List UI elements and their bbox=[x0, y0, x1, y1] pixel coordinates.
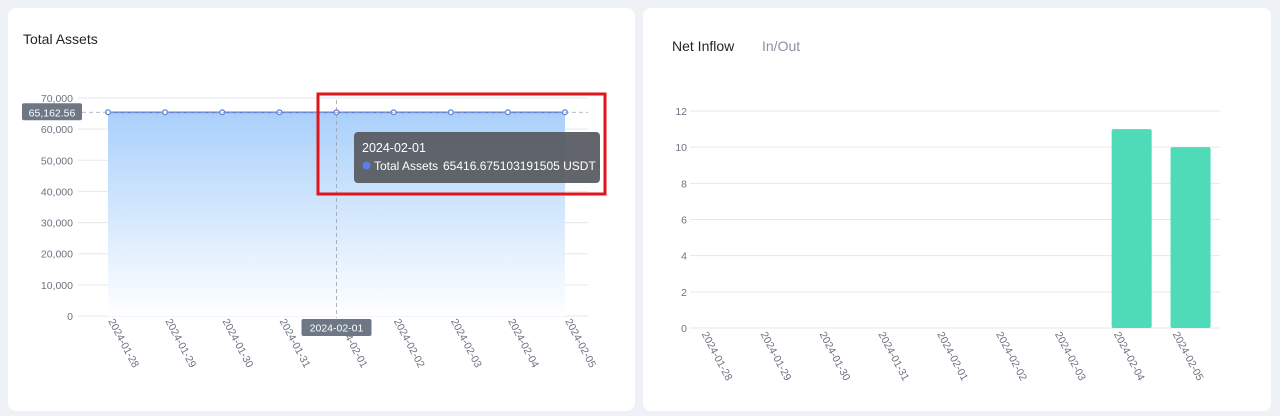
y-tick-label: 0 bbox=[681, 323, 687, 335]
bar bbox=[1170, 147, 1211, 328]
net-inflow-card: Net Inflow In/Out 0 2 4 6 8 10 12 2024-01-28 202… bbox=[643, 8, 1271, 411]
y-tick-label: 0 bbox=[67, 311, 73, 323]
x-tick-label: 2024-02-05 bbox=[1170, 330, 1206, 383]
y-tick-label: 8 bbox=[681, 178, 687, 190]
y-tick-label: 10 bbox=[675, 142, 687, 154]
tooltip-date: 2024-02-01 bbox=[362, 141, 426, 155]
x-tick-label: 2024-01-28 bbox=[699, 330, 735, 383]
x-tick-label: 2024-02-01 bbox=[934, 330, 970, 383]
x-tick-label: 2024-01-30 bbox=[220, 317, 256, 370]
net-inflow-chart[interactable]: 0 2 4 6 8 10 12 2024-01-28 2024-01-29 2024-01-30 2… bbox=[643, 8, 1271, 411]
tooltip-series-name: Total Assets bbox=[374, 159, 438, 173]
x-tick-label: 2024-02-02 bbox=[993, 330, 1029, 383]
x-tick-label: 2024-02-02 bbox=[391, 317, 427, 370]
total-assets-chart[interactable]: 0 10,000 20,000 30,000 40,000 50,000 60,000 70,… bbox=[8, 8, 635, 411]
x-tick-label: 2024-02-04 bbox=[1111, 330, 1147, 383]
y-tick-label: 30,000 bbox=[41, 218, 73, 230]
x-tick-label: 2024-02-05 bbox=[562, 317, 598, 370]
total-assets-card: Total Assets 0 10,000 20,000 30,000 40,000 50… bbox=[8, 8, 635, 411]
y-tick-label: 60,000 bbox=[41, 124, 73, 136]
bar bbox=[1111, 129, 1152, 328]
y-tick-label: 70,000 bbox=[41, 93, 73, 105]
x-tick-label: 2024-02-04 bbox=[505, 317, 541, 370]
tooltip-box bbox=[354, 132, 600, 183]
x-tick-label: 2024-01-28 bbox=[105, 317, 141, 370]
tooltip-series-dot bbox=[362, 161, 371, 170]
y-tick-label: 20,000 bbox=[41, 249, 73, 261]
x-tick-label: 2024-01-31 bbox=[875, 330, 911, 383]
x-tick-label: 2024-02-03 bbox=[448, 317, 484, 370]
y-tick-label: 40,000 bbox=[41, 186, 73, 198]
x-tick-label: 2024-02-03 bbox=[1052, 330, 1088, 383]
y-tick-label: 6 bbox=[681, 215, 687, 227]
y-tick-label: 2 bbox=[681, 287, 687, 299]
x-tick-label: 2024-01-30 bbox=[817, 330, 853, 383]
tooltip-value: 65416.675103191505 USDT bbox=[443, 159, 596, 173]
x-tick-label: 2024-01-29 bbox=[758, 330, 794, 383]
y-tick-label: 12 bbox=[675, 106, 687, 118]
y-tick-label: 50,000 bbox=[41, 155, 73, 167]
crosshair-x-label: 2024-02-01 bbox=[310, 323, 364, 335]
y-tick-label: 4 bbox=[681, 251, 687, 263]
y-tick-label: 10,000 bbox=[41, 280, 73, 292]
x-tick-label: 2024-01-29 bbox=[162, 317, 198, 370]
crosshair-y-label: 65,162.56 bbox=[29, 107, 76, 119]
